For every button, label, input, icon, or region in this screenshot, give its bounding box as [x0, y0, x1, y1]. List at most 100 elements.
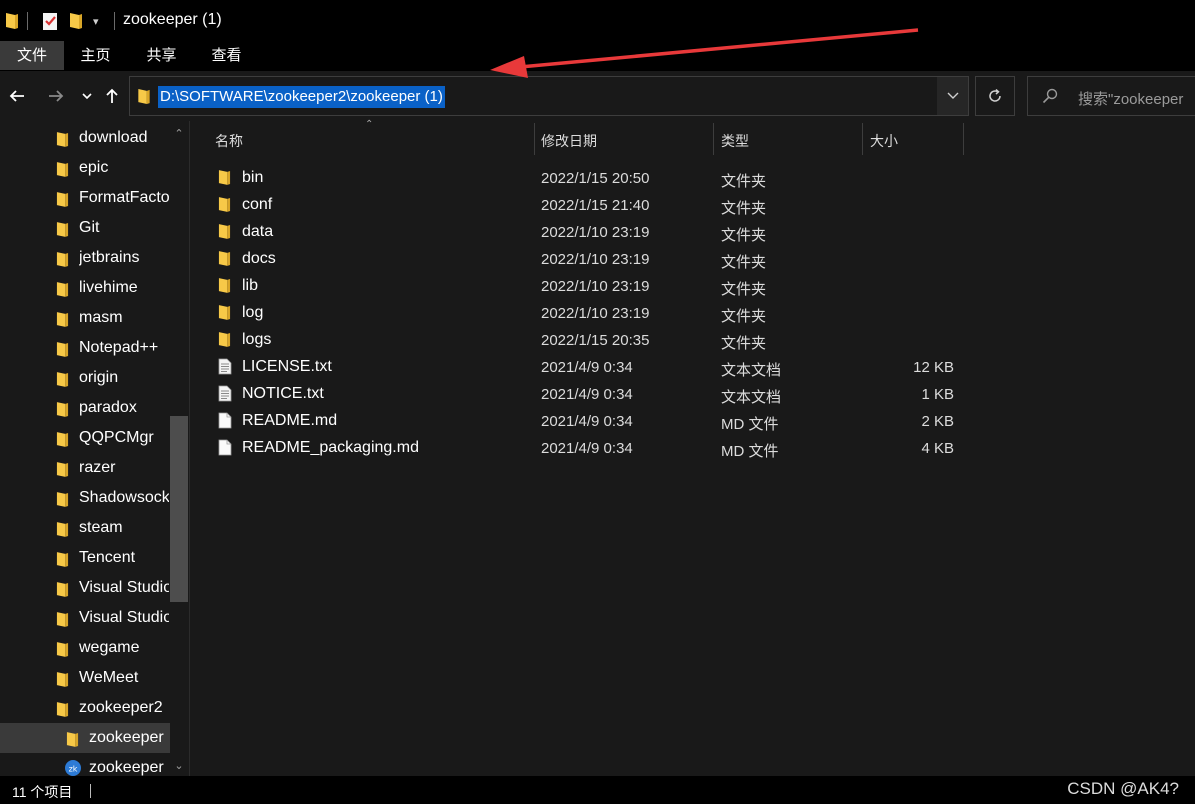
sidebar-item[interactable]: origin — [0, 363, 190, 393]
sidebar-item[interactable]: zookeeper — [0, 723, 170, 753]
file-size: 4 KB — [921, 440, 954, 457]
search-icon — [1042, 88, 1058, 108]
file-name: lib — [242, 277, 259, 294]
refresh-button[interactable] — [975, 76, 1015, 116]
file-row[interactable]: LICENSE.txt 2021/4/9 0:34 文本文档 12 KB — [200, 353, 970, 380]
back-button[interactable] — [6, 85, 28, 107]
file-name: LICENSE.txt — [242, 358, 332, 375]
folder-icon — [56, 641, 69, 662]
address-path[interactable]: D:\SOFTWARE\zookeeper2\zookeeper (1) — [158, 86, 445, 108]
file-type: 文件夹 — [721, 254, 767, 271]
folder-icon — [56, 281, 69, 302]
file-row[interactable]: data 2022/1/10 23:19 文件夹 — [200, 218, 970, 245]
folder-icon — [56, 131, 69, 152]
file-name: data — [242, 223, 274, 240]
file-modified: 2022/1/10 23:19 — [541, 305, 650, 322]
folder-icon — [56, 191, 69, 212]
sidebar-item[interactable]: FormatFactory — [0, 183, 190, 213]
title-separator — [27, 12, 28, 30]
file-row[interactable]: conf 2022/1/15 21:40 文件夹 — [200, 191, 970, 218]
sidebar-item[interactable]: zookeeper2 — [0, 693, 190, 723]
folder-icon — [56, 221, 69, 242]
file-modified: 2022/1/10 23:19 — [541, 278, 650, 295]
sidebar-item-label: jetbrains — [79, 249, 140, 266]
sidebar-item[interactable]: wegame — [0, 633, 190, 663]
file-modified: 2021/4/9 0:34 — [541, 359, 633, 376]
tab-home[interactable]: 主页 — [64, 41, 127, 70]
text-file-icon — [218, 385, 232, 406]
up-button[interactable] — [101, 85, 123, 107]
navigation-pane: download epic FormatFactory Git jetbrains liv… — [0, 121, 190, 776]
sidebar-item[interactable]: razer — [0, 453, 190, 483]
address-history-button[interactable] — [937, 76, 969, 116]
new-folder-icon[interactable] — [69, 10, 83, 32]
folder-icon — [56, 251, 69, 272]
sidebar-item[interactable]: download — [0, 123, 190, 153]
sidebar-item[interactable]: Shadowsocks — [0, 483, 190, 513]
watermark: CSDN @AK4? — [1067, 779, 1179, 798]
sidebar-item[interactable]: Visual Studio — [0, 603, 190, 633]
sidebar-item-label: razer — [79, 459, 116, 476]
file-row[interactable]: README.md 2021/4/9 0:34 MD 文件 2 KB — [200, 407, 970, 434]
tab-view[interactable]: 查看 — [195, 41, 258, 70]
scrollbar-thumb[interactable] — [170, 416, 188, 602]
sidebar-item-label: Shadowsocks — [79, 489, 169, 506]
file-modified: 2021/4/9 0:34 — [541, 440, 633, 457]
folder-icon — [5, 10, 19, 32]
file-row[interactable]: logs 2022/1/15 20:35 文件夹 — [200, 326, 970, 353]
status-bar: 11 个项目 CSDN @AK4? — [0, 776, 1195, 804]
folder-icon — [56, 701, 69, 722]
sidebar-item[interactable]: paradox — [0, 393, 190, 423]
arrow-right-icon — [49, 90, 64, 102]
recent-locations-button[interactable] — [76, 85, 98, 107]
column-divider[interactable] — [963, 123, 964, 155]
sidebar-item-label: wegame — [79, 639, 140, 656]
column-header-modified[interactable]: 修改日期 — [535, 121, 713, 157]
folder-icon — [56, 311, 69, 332]
sidebar-item[interactable]: Tencent — [0, 543, 190, 573]
arrow-left-icon — [9, 90, 24, 102]
sidebar-item[interactable]: livehime — [0, 273, 190, 303]
customize-toolbar-icon[interactable]: ▾ — [93, 10, 99, 32]
scroll-up-icon[interactable]: ⌃ — [172, 127, 186, 140]
sidebar-item[interactable]: jetbrains — [0, 243, 190, 273]
folder-icon — [56, 161, 69, 182]
file-row[interactable]: bin 2022/1/15 20:50 文件夹 — [200, 164, 970, 191]
pane-divider[interactable] — [189, 121, 190, 776]
column-header-size[interactable]: 大小 — [863, 121, 963, 157]
address-bar[interactable]: D:\SOFTWARE\zookeeper2\zookeeper (1) — [129, 76, 969, 116]
forward-button[interactable] — [45, 85, 67, 107]
sidebar-item[interactable]: zk zookeeper — [0, 753, 190, 776]
properties-icon[interactable] — [42, 10, 58, 32]
folder-icon — [56, 401, 69, 422]
file-modified: 2021/4/9 0:34 — [541, 386, 633, 403]
sidebar-item[interactable]: epic — [0, 153, 190, 183]
file-name: log — [242, 304, 264, 321]
tab-file[interactable]: 文件 — [0, 41, 64, 70]
text-file-icon — [218, 358, 232, 379]
sidebar-item[interactable]: steam — [0, 513, 190, 543]
sidebar-item-label: zookeeper2 — [79, 699, 163, 716]
sidebar-item-label: Git — [79, 219, 100, 236]
search-input[interactable]: 搜索"zookeeper — [1027, 76, 1195, 116]
item-count: 11 个项目 — [12, 784, 73, 800]
file-row[interactable]: NOTICE.txt 2021/4/9 0:34 文本文档 1 KB — [200, 380, 970, 407]
scroll-down-icon[interactable]: ⌄ — [172, 759, 186, 772]
sidebar-item[interactable]: masm — [0, 303, 190, 333]
file-row[interactable]: log 2022/1/10 23:19 文件夹 — [200, 299, 970, 326]
file-row[interactable]: README_packaging.md 2021/4/9 0:34 MD 文件 4 K… — [200, 434, 970, 461]
folder-icon — [56, 581, 69, 602]
column-header-type[interactable]: 类型 — [714, 121, 862, 157]
folder-icon — [218, 223, 231, 244]
file-row[interactable]: lib 2022/1/10 23:19 文件夹 — [200, 272, 970, 299]
file-row[interactable]: docs 2022/1/10 23:19 文件夹 — [200, 245, 970, 272]
folder-icon — [56, 611, 69, 632]
sidebar-item[interactable]: QQPCMgr — [0, 423, 190, 453]
sidebar-item[interactable]: Visual Studio — [0, 573, 190, 603]
sidebar-item[interactable]: Git — [0, 213, 190, 243]
tab-share[interactable]: 共享 — [130, 41, 193, 70]
sidebar-item[interactable]: WeMeet — [0, 663, 190, 693]
column-name-label: 名称 — [215, 133, 243, 149]
sidebar-item[interactable]: Notepad++ — [0, 333, 190, 363]
file-size: 1 KB — [921, 386, 954, 403]
